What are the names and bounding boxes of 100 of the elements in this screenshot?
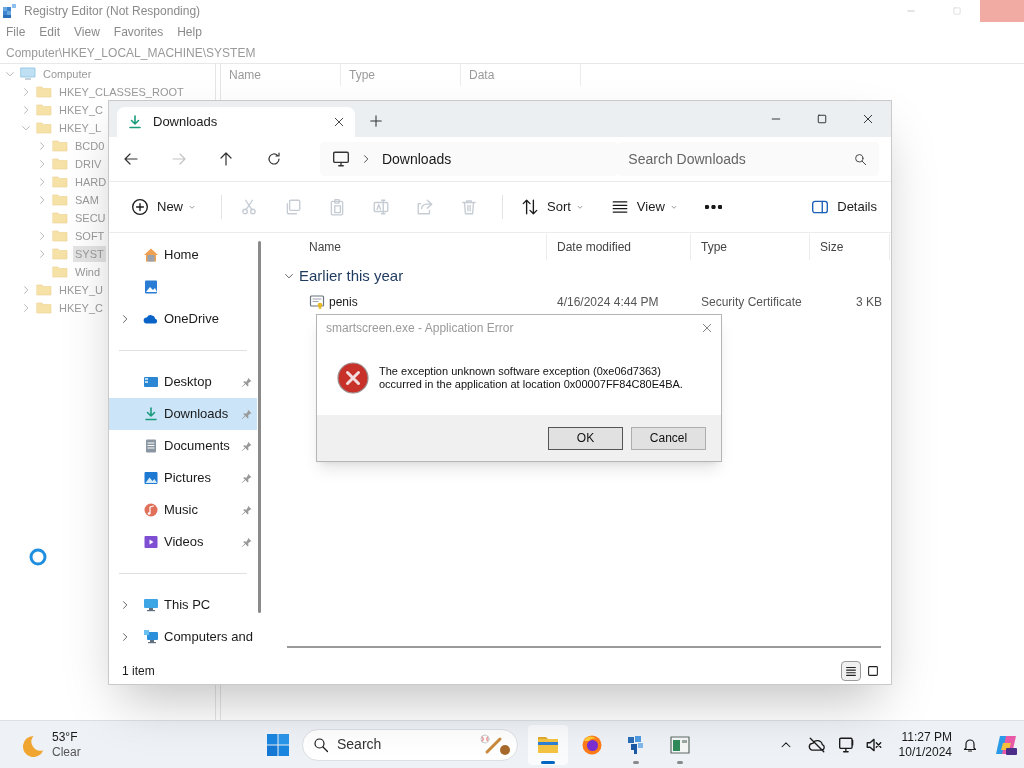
horizontal-scrollbar[interactable] xyxy=(287,646,881,648)
desktop-icon xyxy=(143,374,159,390)
file-size: 3 KB xyxy=(856,294,882,311)
sidebar-item[interactable]: OneDrive xyxy=(109,303,257,335)
copy-icon xyxy=(284,198,302,216)
view-button[interactable]: View xyxy=(600,190,689,224)
folder-icon xyxy=(52,246,68,262)
status-text: 1 item xyxy=(122,663,155,680)
dialog-button[interactable]: Cancel xyxy=(631,426,706,450)
home-icon xyxy=(143,247,159,263)
taskbar-app-button[interactable] xyxy=(528,724,568,765)
document-icon xyxy=(143,438,159,454)
folder-icon xyxy=(36,282,52,298)
folder-icon xyxy=(52,138,68,154)
folder-icon xyxy=(52,210,68,226)
close-icon[interactable] xyxy=(862,113,874,125)
pin-icon[interactable] xyxy=(241,472,253,484)
dialog-button[interactable]: OK xyxy=(548,426,623,450)
busy-cursor-icon xyxy=(28,547,48,567)
more-icon xyxy=(704,205,722,209)
pin-icon[interactable] xyxy=(241,536,253,548)
plus-icon[interactable] xyxy=(369,114,383,128)
picture-icon xyxy=(143,470,159,486)
download-icon xyxy=(143,406,159,422)
cut-icon xyxy=(240,198,258,216)
column-header[interactable]: Name xyxy=(309,238,341,256)
computer-icon xyxy=(20,66,36,82)
search-icon xyxy=(854,152,867,166)
cloud-off-icon[interactable] xyxy=(807,735,826,754)
menu-item[interactable]: File xyxy=(6,23,26,41)
error-message: The exception unknown software exception (0xe06d7363) occurred in the application at location 0x00007FF84C80E4BA. xyxy=(379,365,683,391)
registry-editor-icon xyxy=(2,3,18,19)
close-icon[interactable] xyxy=(333,116,345,128)
menu-item[interactable]: Help xyxy=(177,23,202,41)
address-bar[interactable]: Downloads xyxy=(319,142,619,176)
sidebar-item[interactable]: Videos xyxy=(109,526,257,558)
column-header[interactable]: Size xyxy=(820,238,844,256)
folder-icon xyxy=(52,156,68,172)
sidebar-item[interactable]: Documents xyxy=(109,430,257,462)
paste-icon xyxy=(328,198,346,216)
pin-icon[interactable] xyxy=(241,440,253,452)
tab[interactable]: Downloads xyxy=(117,107,355,137)
view-icon xyxy=(610,198,629,216)
tiles-view-icon xyxy=(866,664,880,678)
refresh-arrow-icon[interactable] xyxy=(266,151,283,167)
folder-icon xyxy=(52,192,68,208)
vertical-scrollbar[interactable] xyxy=(258,241,261,613)
error-icon xyxy=(337,362,369,394)
weather-condition[interactable]: Clear xyxy=(52,744,81,760)
monitor-icon xyxy=(331,150,350,168)
sidebar-item[interactable]: Computers and xyxy=(109,621,257,653)
image-icon xyxy=(143,279,159,295)
file-date: 4/16/2024 4:44 PM xyxy=(557,295,659,309)
clock-time[interactable]: 11:27 PM xyxy=(901,729,952,745)
maximize-icon[interactable] xyxy=(816,113,828,125)
search-field[interactable]: Search Downloads xyxy=(628,148,829,170)
details-pane-icon xyxy=(811,198,830,216)
monitor-icon[interactable] xyxy=(837,735,856,754)
window-title: Registry Editor (Not Responding) xyxy=(24,3,201,20)
sidebar-item[interactable]: This PC xyxy=(109,589,257,621)
file-row[interactable]: penis 4/16/2024 4:44 PM Security Certificate 3 KB xyxy=(275,292,891,312)
pin-icon[interactable] xyxy=(241,408,253,420)
sidebar-item[interactable]: Home xyxy=(109,239,257,271)
search-icon xyxy=(313,736,329,753)
sidebar-item[interactable]: Music xyxy=(109,494,257,526)
sidebar-item[interactable]: Downloads xyxy=(109,398,257,430)
column-header[interactable]: Date modified xyxy=(557,238,632,256)
network-icon xyxy=(143,629,159,645)
search-bar[interactable]: Search Downloads xyxy=(618,142,879,176)
breadcrumb-item[interactable]: Downloads xyxy=(381,148,452,170)
search-bar[interactable]: Search xyxy=(302,728,518,761)
music-icon xyxy=(143,502,159,518)
folder-icon xyxy=(36,84,52,100)
search-field[interactable]: Search xyxy=(337,734,457,755)
view-toggle-button[interactable] xyxy=(841,661,861,681)
sort-button[interactable]: Sort xyxy=(511,190,595,224)
share-icon xyxy=(416,198,434,216)
group-header[interactable]: Earlier this year xyxy=(299,264,404,288)
sort-icon xyxy=(521,198,539,216)
sidebar-item[interactable]: Pictures xyxy=(109,462,257,494)
back-arrow-icon[interactable] xyxy=(123,151,139,167)
details-button[interactable]: Details xyxy=(811,190,877,224)
bell-icon[interactable] xyxy=(962,736,978,753)
new-icon xyxy=(131,198,149,216)
menu-item[interactable]: View xyxy=(74,23,100,41)
new-button[interactable]: New xyxy=(121,190,207,224)
menu-item[interactable]: Favorites xyxy=(113,23,164,41)
menu-item[interactable]: Edit xyxy=(39,23,61,41)
folder-icon xyxy=(52,228,68,244)
clock-date[interactable]: 10/1/2024 xyxy=(898,744,952,760)
weather-temperature[interactable]: 53°F xyxy=(52,729,81,745)
column-header[interactable]: Type xyxy=(701,238,727,256)
clock[interactable]: 11:27 PM 10/1/2024 xyxy=(898,729,952,760)
pin-icon[interactable] xyxy=(241,504,253,516)
pin-icon[interactable] xyxy=(241,376,253,388)
video-icon xyxy=(143,534,159,550)
sidebar-item[interactable]: Desktop xyxy=(109,366,257,398)
certificate-icon xyxy=(309,294,325,310)
folder-icon xyxy=(52,174,68,190)
folder-icon xyxy=(52,264,68,280)
